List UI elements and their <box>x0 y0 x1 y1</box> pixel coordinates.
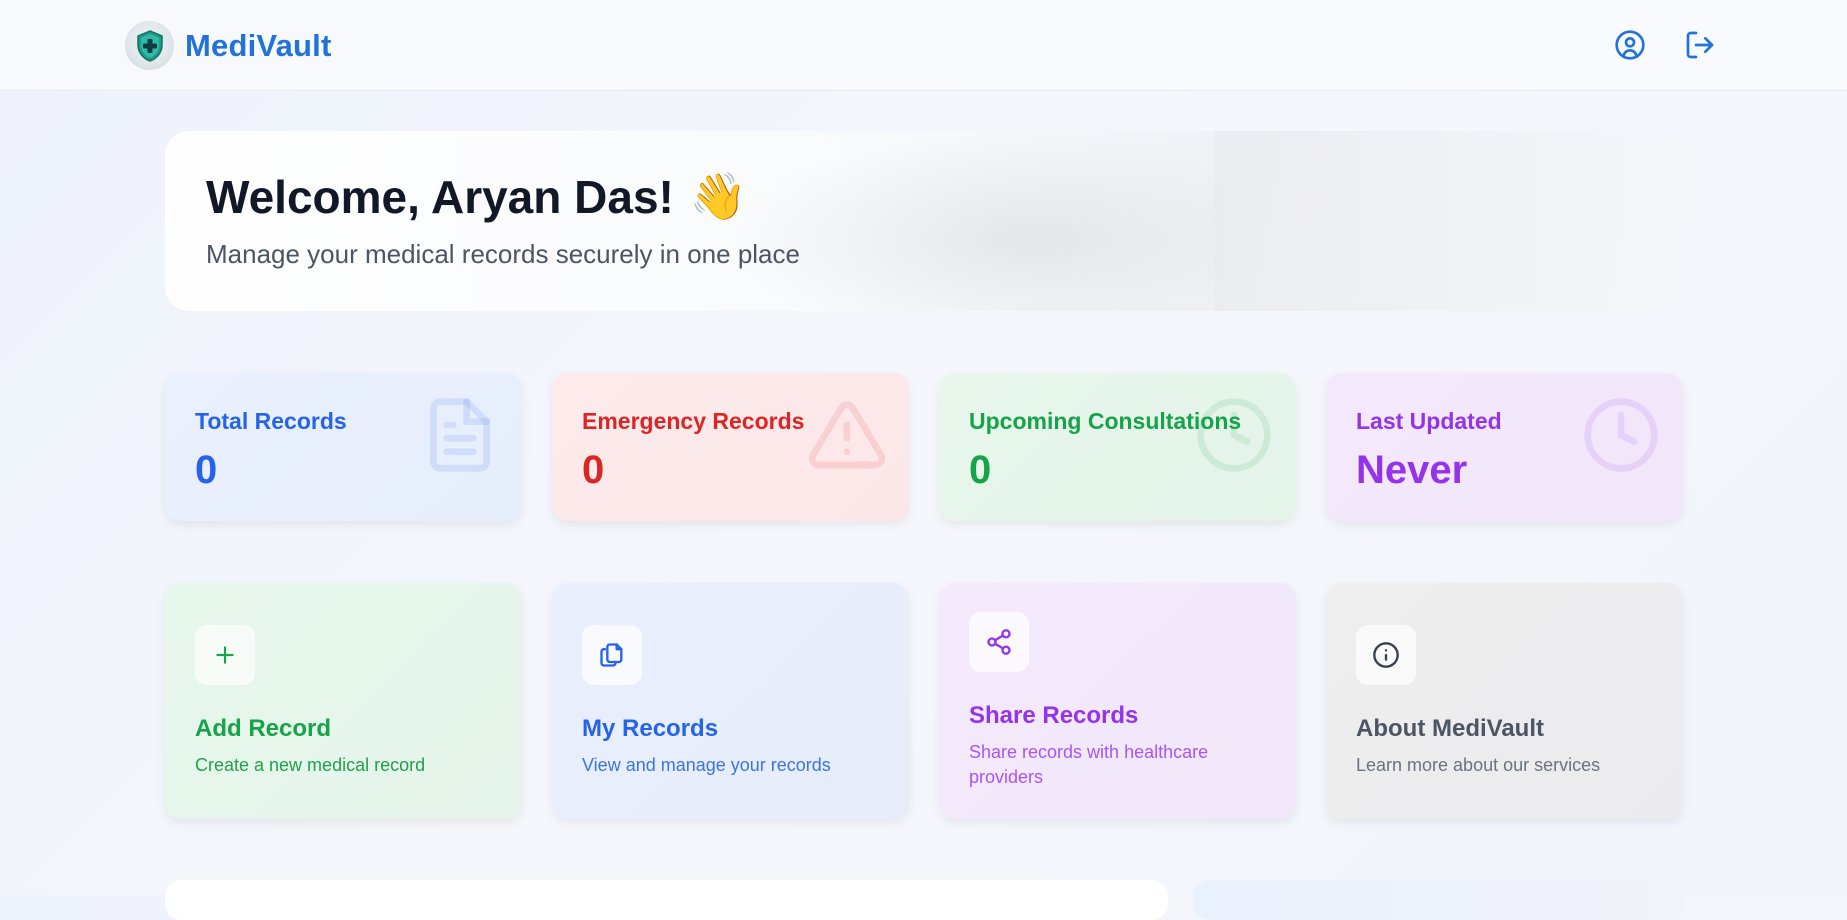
action-title: About MediVault <box>1356 715 1544 742</box>
stat-card-upcoming-consultations: Upcoming Consultations 0 <box>939 373 1296 521</box>
logout-button[interactable] <box>1681 26 1719 64</box>
brand-name: MediVault <box>185 27 332 63</box>
clock-icon <box>1197 398 1271 472</box>
logout-icon <box>1686 31 1714 59</box>
profile-button[interactable] <box>1611 26 1649 64</box>
welcome-title: Welcome, Aryan Das! 👋 <box>206 169 747 224</box>
welcome-subtitle: Manage your medical records securely in … <box>206 239 800 269</box>
document-icon <box>430 398 490 472</box>
user-circle-icon <box>1615 30 1645 60</box>
my-records-card[interactable]: My Records View and manage your records <box>552 583 909 819</box>
waving-hand-emoji: 👋 <box>689 170 748 222</box>
stat-label: Emergency Records <box>582 408 805 434</box>
bottom-right-panel <box>1193 880 1685 920</box>
info-icon <box>1356 625 1416 685</box>
stat-card-total-records: Total Records 0 <box>165 373 522 521</box>
action-title: Share Records <box>969 702 1139 729</box>
warning-triangle-icon <box>808 401 886 469</box>
welcome-banner: Welcome, Aryan Das! 👋 Manage your medica… <box>165 131 1685 311</box>
stat-value: Never <box>1356 448 1468 492</box>
top-navbar: MediVault <box>0 0 1847 91</box>
banner-background-image-right <box>1215 131 1665 311</box>
share-icon <box>969 612 1029 672</box>
brand[interactable]: MediVault <box>125 21 332 70</box>
action-description: Share records with healthcare providers <box>969 742 1209 787</box>
about-medivault-card[interactable]: About MediVault Learn more about our ser… <box>1326 583 1683 819</box>
stat-label: Last Updated <box>1356 408 1502 434</box>
banner-background-image <box>725 131 1225 311</box>
stat-card-last-updated: Last Updated Never <box>1326 373 1683 521</box>
action-title: Add Record <box>195 715 332 742</box>
stat-label: Total Records <box>195 408 347 434</box>
action-description: Learn more about our services <box>1356 755 1601 775</box>
stat-value: 0 <box>969 448 992 492</box>
action-description: View and manage your records <box>582 755 831 775</box>
copy-documents-icon <box>582 625 642 685</box>
shield-cross-logo-icon <box>125 21 174 70</box>
add-record-card[interactable]: Add Record Create a new medical record <box>165 583 522 819</box>
plus-icon <box>195 625 255 685</box>
stat-value: 0 <box>582 448 605 492</box>
action-title: My Records <box>582 715 719 742</box>
clock-icon <box>1584 398 1658 472</box>
bottom-left-panel <box>165 880 1168 920</box>
stat-card-emergency-records: Emergency Records 0 <box>552 373 909 521</box>
action-description: Create a new medical record <box>195 755 426 775</box>
welcome-heading: Welcome, Aryan Das! <box>206 170 674 223</box>
stat-value: 0 <box>195 448 218 492</box>
share-records-card[interactable]: Share Records Share records with healthc… <box>939 583 1296 819</box>
